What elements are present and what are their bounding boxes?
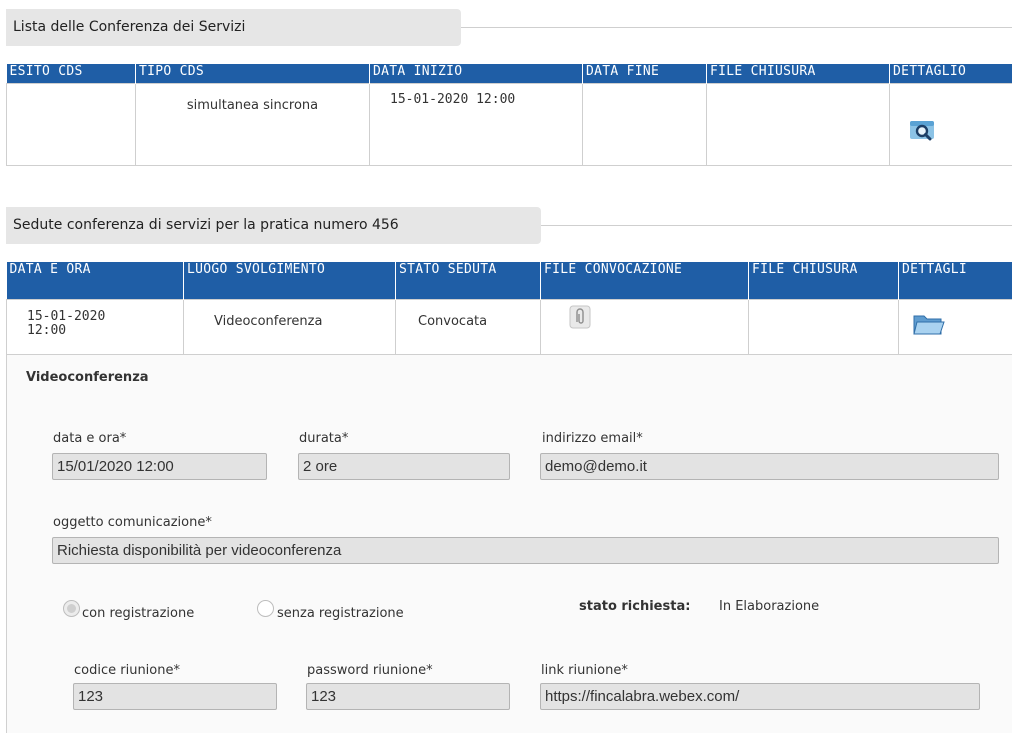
cell-stato: Convocata bbox=[395, 298, 541, 355]
col-data-ora: DATA E ORA bbox=[6, 262, 184, 299]
cell-luogo-text: Videoconferenza bbox=[214, 313, 323, 329]
section-title-sedute: Sedute conferenza di servizi per la prat… bbox=[6, 207, 541, 244]
table-row: simultanea sincrona 15-01-2020 12:00 bbox=[6, 82, 1012, 166]
radio-con-label: con registrazione bbox=[82, 606, 195, 621]
cell-file-convocazione bbox=[540, 298, 749, 355]
cell-data-ora: 15-01-2020 12:00 bbox=[6, 298, 184, 355]
email-field[interactable]: demo@demo.it bbox=[540, 453, 999, 480]
conferenze-table: ESITO CDS TIPO CDS DATA INIZIO DATA FINE… bbox=[6, 64, 1012, 166]
cell-stato-text: Convocata bbox=[418, 313, 488, 329]
folder-icon[interactable] bbox=[913, 312, 945, 336]
sedute-table: DATA E ORA LUOGO SVOLGIMENTO STATO SEDUT… bbox=[6, 262, 1012, 355]
radio-senza-registrazione[interactable] bbox=[257, 600, 274, 617]
table-row: 15-01-2020 12:00 Videoconferenza Convoca… bbox=[6, 298, 1012, 355]
cell-dettagli bbox=[898, 298, 1012, 355]
col-stato-seduta: STATO SEDUTA bbox=[395, 262, 541, 299]
col-file-chiusura: FILE CHIUSURA bbox=[748, 262, 899, 299]
stato-richiesta-label: stato richiesta: bbox=[579, 599, 691, 614]
cell-file-chiusura bbox=[706, 82, 890, 166]
col-file-convocazione: FILE CONVOCAZIONE bbox=[540, 262, 749, 299]
cell-file-chiusura bbox=[748, 298, 899, 355]
cell-data-inizio: 15-01-2020 12:00 bbox=[369, 82, 583, 166]
col-data-fine: DATA FINE bbox=[582, 64, 707, 83]
link-field[interactable]: https://fincalabra.webex.com/ bbox=[540, 683, 980, 710]
oggetto-label: oggetto comunicazione* bbox=[53, 515, 212, 530]
oggetto-field[interactable]: Richiesta disponibilità per videoconfere… bbox=[52, 537, 999, 564]
cell-tipo-text: simultanea sincrona bbox=[186, 97, 319, 113]
codice-field[interactable]: 123 bbox=[73, 683, 277, 710]
email-label: indirizzo email* bbox=[542, 431, 643, 446]
cell-tipo: simultanea sincrona bbox=[135, 82, 370, 166]
durata-field[interactable]: 2 ore bbox=[298, 453, 510, 480]
password-label: password riunione* bbox=[307, 663, 433, 678]
radio-con-registrazione[interactable] bbox=[63, 600, 80, 617]
password-field[interactable]: 123 bbox=[306, 683, 510, 710]
legend-divider bbox=[458, 27, 1012, 28]
col-data-inizio: DATA INIZIO bbox=[369, 64, 583, 83]
cell-dettaglio bbox=[889, 82, 1012, 166]
legend-divider bbox=[541, 225, 1012, 226]
link-label: link riunione* bbox=[541, 663, 628, 678]
col-tipo-cds: TIPO CDS bbox=[135, 64, 370, 83]
videoconferenza-heading: Videoconferenza bbox=[26, 370, 149, 385]
stato-richiesta-value: In Elaborazione bbox=[719, 599, 820, 614]
magnifier-icon[interactable] bbox=[910, 119, 936, 141]
cell-data-inizio-text: 15-01-2020 12:00 bbox=[390, 91, 516, 107]
paperclip-icon[interactable] bbox=[569, 305, 591, 329]
col-dettagli: DETTAGLI bbox=[898, 262, 1012, 299]
col-esito-cds: ESITO CDS bbox=[6, 64, 136, 83]
radio-senza-label: senza registrazione bbox=[277, 606, 404, 621]
section-title-conferenze: Lista delle Conferenza dei Servizi bbox=[6, 9, 461, 46]
col-file-chiusura: FILE CHIUSURA bbox=[706, 64, 890, 83]
col-dettaglio: DETTAGLIO bbox=[889, 64, 1012, 83]
cell-data-fine bbox=[582, 82, 707, 166]
durata-label: durata* bbox=[299, 431, 349, 446]
col-luogo: LUOGO SVOLGIMENTO bbox=[183, 262, 396, 299]
cell-esito bbox=[6, 82, 136, 166]
cell-data-ora-text: 15-01-2020 12:00 bbox=[27, 308, 106, 338]
data-ora-label: data e ora* bbox=[53, 431, 127, 446]
data-ora-field[interactable]: 15/01/2020 12:00 bbox=[52, 453, 267, 480]
cell-luogo: Videoconferenza bbox=[183, 298, 396, 355]
codice-label: codice riunione* bbox=[74, 663, 180, 678]
